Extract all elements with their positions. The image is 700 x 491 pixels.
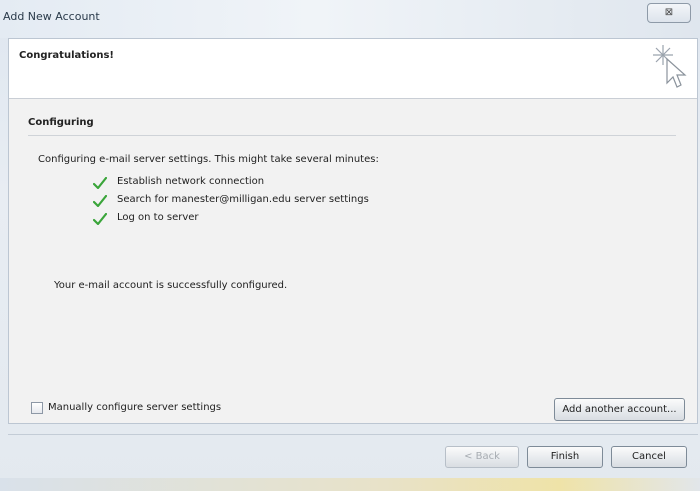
- success-message: Your e-mail account is successfully conf…: [54, 280, 288, 291]
- back-button[interactable]: < Back: [445, 446, 519, 468]
- step-label: Log on to server: [117, 212, 199, 223]
- window-title: Add New Account: [3, 10, 100, 23]
- manual-configure-label[interactable]: Manually configure server settings: [48, 402, 221, 413]
- footer-divider: [8, 434, 698, 435]
- sparkle-cursor-icon: [653, 45, 687, 88]
- step-label: Establish network connection: [117, 176, 265, 187]
- manual-configure-checkbox[interactable]: [31, 402, 43, 414]
- close-button[interactable]: ⊠: [647, 3, 691, 23]
- green-check-icon: [93, 177, 107, 189]
- step-label: Search for manester@milligan.edu server …: [117, 194, 369, 205]
- add-another-account-button[interactable]: Add another account...: [554, 398, 685, 421]
- header-title: Congratulations!: [19, 50, 114, 61]
- background-strip: [0, 478, 700, 491]
- green-check-icon: [93, 213, 107, 225]
- wizard-content: Congratulations! Configuring Configuring…: [8, 38, 698, 424]
- wizard-header: Congratulations!: [9, 39, 697, 99]
- add-new-account-window: Add New Account ⊠ Congratulations! Confi…: [0, 0, 700, 491]
- finish-button[interactable]: Finish: [527, 446, 603, 468]
- green-check-icon: [93, 195, 107, 207]
- cancel-button[interactable]: Cancel: [611, 446, 687, 468]
- section-title: Configuring: [28, 117, 94, 128]
- section-divider: [28, 135, 676, 136]
- status-intro: Configuring e-mail server settings. This…: [38, 154, 379, 165]
- title-bar: Add New Account ⊠: [0, 0, 700, 38]
